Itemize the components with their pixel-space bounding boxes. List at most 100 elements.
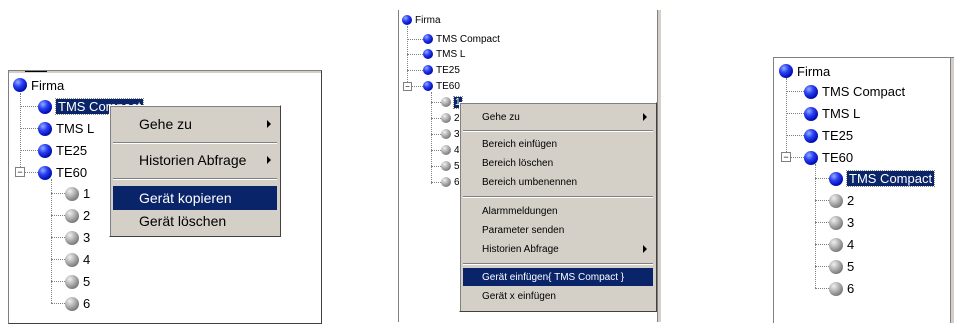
tree-line xyxy=(431,102,441,103)
tree-item-tms-l[interactable]: TMS L xyxy=(804,105,860,122)
blue-node-icon xyxy=(13,78,27,92)
gray-node-icon xyxy=(829,259,843,274)
tree-item-te25[interactable]: TE25 xyxy=(38,142,87,159)
tree-item-tms-compact[interactable]: TMS Compact xyxy=(804,83,905,100)
collapse-icon[interactable]: − xyxy=(403,82,412,91)
menu-separator xyxy=(113,178,277,180)
menu-item-label: Gerät einfügen{ TMS Compact } xyxy=(482,271,625,283)
tree-child-label: 5 xyxy=(847,259,855,274)
tree-item-tms-l[interactable]: TMS L xyxy=(423,48,465,60)
tree-child[interactable]: 5 xyxy=(441,160,460,172)
menu-item-delete-device[interactable]: Gerät löschen xyxy=(113,210,277,232)
tree-root[interactable]: Firma xyxy=(402,14,441,26)
tree-item-te25[interactable]: TE25 xyxy=(804,127,853,144)
tree-line xyxy=(20,93,21,171)
tree-item-te25[interactable]: TE25 xyxy=(423,64,460,76)
menu-item-alarms[interactable]: Alarmmeldungen xyxy=(463,202,653,220)
tree-item-tms-l[interactable]: TMS L xyxy=(38,120,94,137)
gray-node-icon xyxy=(441,129,451,139)
tree-root-label: Firma xyxy=(415,14,441,26)
tree-item-te60[interactable]: TE60 xyxy=(804,149,853,166)
tree-child[interactable]: 6 xyxy=(65,295,90,312)
gray-node-icon xyxy=(441,161,451,171)
blue-node-icon xyxy=(402,15,412,25)
menu-item-label: Alarmmeldungen xyxy=(482,205,558,217)
blue-node-icon xyxy=(423,49,433,59)
gray-node-icon xyxy=(65,296,79,311)
menu-item-insert-device-x[interactable]: Gerät x einfügen xyxy=(463,287,653,305)
tree-line xyxy=(51,281,65,282)
menu-item-insert-area[interactable]: Bereich einfügen xyxy=(463,135,653,153)
tree-child-label: 3 xyxy=(83,230,91,245)
menu-item-copy-device[interactable]: Gerät kopieren xyxy=(113,186,277,210)
tree-child-selected[interactable]: TMS Compact xyxy=(829,170,936,187)
tree-item-te60[interactable]: TE60 xyxy=(423,80,460,92)
tree-child[interactable]: 5 xyxy=(829,258,854,275)
tree-child[interactable]: 4 xyxy=(441,144,460,156)
tree-child[interactable]: 3 xyxy=(441,128,460,140)
menu-item-label: Gehe zu xyxy=(482,111,520,123)
menu-item-send-params[interactable]: Parameter senden xyxy=(463,221,653,239)
collapse-icon[interactable]: − xyxy=(15,167,25,177)
blue-node-icon xyxy=(829,171,843,186)
tree-line xyxy=(815,222,829,223)
tree-child[interactable]: 1 xyxy=(65,185,90,202)
tree-child[interactable]: 2 xyxy=(829,192,854,209)
tree-child[interactable]: 6 xyxy=(441,176,460,188)
menu-item-history[interactable]: Historien Abfrage xyxy=(463,240,653,258)
gray-node-icon xyxy=(65,230,79,245)
gray-node-icon xyxy=(441,97,451,107)
tree-child[interactable]: 4 xyxy=(829,236,854,253)
menu-item-goto[interactable]: Gehe zu xyxy=(463,109,653,125)
tree-child-label: 3 xyxy=(847,215,855,230)
tree-item-tms-compact[interactable]: TMS Compact xyxy=(423,33,500,45)
tree-root[interactable]: Firma xyxy=(779,63,830,79)
tree-item-label: TMS Compact xyxy=(822,84,906,99)
menu-item-label: Gerät löschen xyxy=(139,213,227,229)
blue-node-icon xyxy=(38,99,52,114)
tree-child[interactable]: 6 xyxy=(829,280,854,297)
gray-node-icon xyxy=(441,145,451,155)
menu-item-insert-device[interactable]: Gerät einfügen{ TMS Compact } xyxy=(463,268,653,286)
tree-child[interactable]: 5 xyxy=(65,273,90,290)
tree-child[interactable]: 2 xyxy=(441,112,460,124)
scrollbar-edge xyxy=(951,58,954,323)
tree-line xyxy=(815,244,829,245)
tree-child[interactable]: 4 xyxy=(65,251,90,268)
tree-line xyxy=(786,78,787,158)
tree-child-label: TMS Compact xyxy=(845,170,936,187)
menu-item-history[interactable]: Historien Abfrage xyxy=(113,148,277,172)
tree-line xyxy=(51,303,65,304)
tree-line xyxy=(407,70,423,71)
context-menu: Gehe zu Historien Abfrage Gerät kopieren… xyxy=(109,105,281,237)
tree-line xyxy=(431,134,441,135)
tree-line xyxy=(20,106,38,107)
gray-node-icon xyxy=(829,281,843,296)
tree-line xyxy=(791,157,804,158)
menu-item-delete-area[interactable]: Bereich löschen xyxy=(463,154,653,172)
tree-item-label: TMS Compact xyxy=(436,33,500,45)
tree-child-label: 6 xyxy=(847,281,855,296)
tree-item-label: TMS L xyxy=(822,106,861,121)
tree-line xyxy=(431,182,441,183)
tree-root[interactable]: Firma xyxy=(13,77,64,93)
blue-node-icon xyxy=(804,150,818,165)
menu-item-label: Gerät kopieren xyxy=(139,190,232,206)
menu-separator xyxy=(463,196,653,198)
menu-item-rename-area[interactable]: Bereich umbenennen xyxy=(463,173,653,191)
tree-item-label: TE60 xyxy=(436,80,460,92)
tree-child[interactable]: 3 xyxy=(65,229,90,246)
tree-child[interactable]: 3 xyxy=(829,214,854,231)
tree-line xyxy=(815,288,829,289)
blue-node-icon xyxy=(423,81,433,91)
toolbar-dash xyxy=(25,71,47,72)
menu-separator xyxy=(463,263,653,265)
menu-item-goto[interactable]: Gehe zu xyxy=(113,112,277,136)
scrollbar-edge xyxy=(658,10,661,322)
tree-item-te60[interactable]: TE60 xyxy=(38,164,87,181)
blue-node-icon xyxy=(779,64,793,78)
tree-line xyxy=(815,200,829,201)
tree-child[interactable]: 2 xyxy=(65,207,90,224)
tree-root-label: Firma xyxy=(797,63,831,79)
collapse-icon[interactable]: − xyxy=(781,152,791,162)
